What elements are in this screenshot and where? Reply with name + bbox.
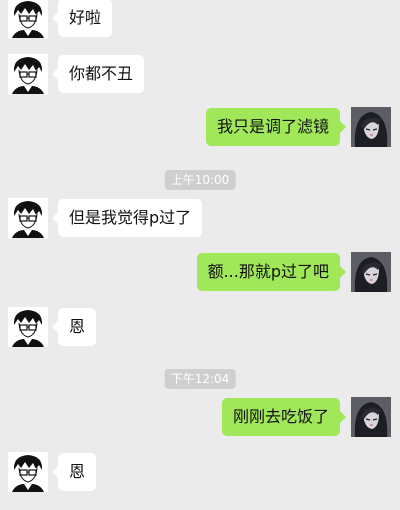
outgoing-message: 额...那就p过了吧 bbox=[0, 252, 400, 296]
outgoing-message: 我只是调了滤镜 bbox=[0, 107, 400, 151]
message-bubble[interactable]: 额...那就p过了吧 bbox=[196, 253, 347, 291]
anime-girl-avatar bbox=[351, 397, 391, 437]
self-avatar[interactable] bbox=[351, 107, 391, 147]
timestamp: 上午10:00 bbox=[164, 170, 236, 190]
message-bubble[interactable]: 好啦 bbox=[51, 0, 113, 37]
message-bubble[interactable]: 刚刚去吃饭了 bbox=[221, 398, 347, 436]
incoming-message: 恩 bbox=[0, 452, 400, 496]
outgoing-message: 刚刚去吃饭了 bbox=[0, 397, 400, 441]
message-bubble[interactable]: 恩 bbox=[51, 453, 97, 491]
message-bubble[interactable]: 你都不丑 bbox=[51, 55, 145, 93]
timestamp-row: 上午10:00 bbox=[0, 170, 400, 190]
incoming-message: 恩 bbox=[0, 307, 400, 351]
message-bubble[interactable]: 我只是调了滤镜 bbox=[205, 108, 347, 146]
message-bubble[interactable]: 但是我觉得p过了 bbox=[51, 199, 203, 237]
anime-boy-avatar bbox=[8, 54, 48, 94]
incoming-message: 但是我觉得p过了 bbox=[0, 198, 400, 242]
timestamp-row: 下午12:04 bbox=[0, 369, 400, 389]
message-bubble[interactable]: 恩 bbox=[51, 308, 97, 346]
contact-avatar[interactable] bbox=[8, 307, 48, 347]
contact-avatar[interactable] bbox=[8, 452, 48, 492]
contact-avatar[interactable] bbox=[8, 54, 48, 94]
timestamp: 下午12:04 bbox=[164, 369, 236, 389]
self-avatar[interactable] bbox=[351, 397, 391, 437]
contact-avatar[interactable] bbox=[8, 0, 48, 38]
self-avatar[interactable] bbox=[351, 252, 391, 292]
contact-avatar[interactable] bbox=[8, 198, 48, 238]
anime-boy-avatar bbox=[8, 198, 48, 238]
anime-girl-avatar bbox=[351, 107, 391, 147]
anime-girl-avatar bbox=[351, 252, 391, 292]
incoming-message: 好啦 bbox=[0, 0, 400, 42]
anime-boy-avatar bbox=[8, 0, 48, 38]
incoming-message: 你都不丑 bbox=[0, 54, 400, 98]
anime-boy-avatar bbox=[8, 307, 48, 347]
anime-boy-avatar bbox=[8, 452, 48, 492]
